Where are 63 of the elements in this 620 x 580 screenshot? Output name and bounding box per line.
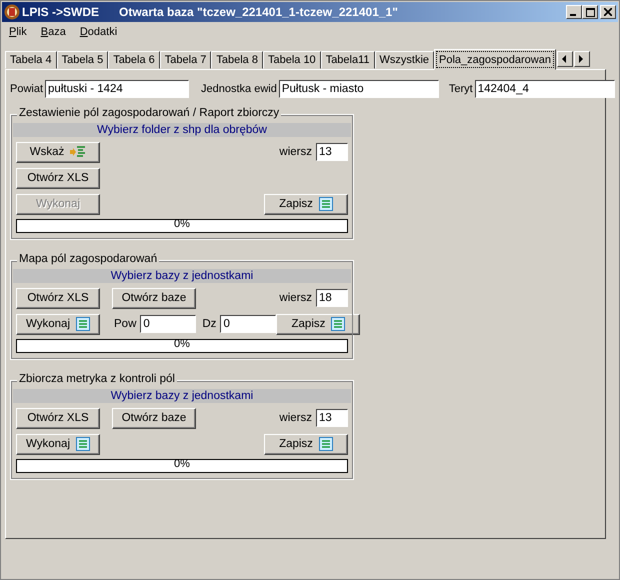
text-field[interactable]: 18 [316, 289, 348, 307]
tab[interactable]: Tabela 10 [262, 51, 321, 69]
maximize-icon [586, 8, 594, 16]
text-field[interactable]: 0 [140, 315, 196, 333]
close-icon [604, 8, 612, 16]
menu-item[interactable]: Baza [40, 26, 66, 40]
text-field[interactable]: pułtuski - 1424 [45, 80, 190, 98]
action-button[interactable]: Zapisz [264, 194, 348, 214]
action-button[interactable]: Otwórz XLS [16, 288, 100, 308]
close-button[interactable] [600, 5, 616, 19]
field-label: Jednostka ewid [201, 83, 277, 95]
right-arrow-icon [579, 55, 584, 63]
action-button[interactable]: Wykonaj [16, 434, 100, 454]
action-button[interactable]: Otwórz baze [112, 408, 196, 428]
text-field[interactable]: 142404_4 [474, 80, 615, 98]
maximize-button[interactable] [582, 5, 598, 19]
group-title: Mapa pól zagospodarowań [17, 253, 160, 265]
list-icon [76, 437, 90, 451]
field-label: Dz [202, 318, 216, 330]
tab[interactable]: Tabela 4 [5, 51, 57, 69]
hint-bar: Wybierz bazy z jednostkami [13, 389, 351, 403]
group-title: Zbiorcza metryka z kontroli pól [17, 373, 177, 385]
window-title: Otwarta baza "tczew_221401_1-tczew_221401_1" [119, 5, 399, 19]
left-arrow-icon [562, 55, 568, 63]
action-button[interactable]: Otwórz XLS [16, 408, 100, 428]
action-button[interactable]: Otwórz XLS [16, 168, 100, 188]
hint-bar: Wybierz bazy z jednostkami [13, 269, 351, 283]
list-icon [318, 437, 333, 451]
text-field[interactable]: 13 [316, 143, 348, 161]
field-label: wiersz [279, 146, 312, 158]
field-label: Powiat [10, 83, 44, 95]
arrow-list-icon [70, 146, 86, 158]
text-field[interactable]: Pułtusk - miasto [278, 80, 439, 98]
field-label: wiersz [279, 412, 312, 424]
scroll-right-button[interactable] [574, 51, 590, 67]
action-button[interactable]: Otwórz baze [112, 288, 196, 308]
text-field[interactable]: 13 [316, 409, 348, 427]
menu-item[interactable]: Plik [9, 26, 27, 40]
hint-bar: Wybierz folder z shp dla obrębów [13, 123, 351, 137]
field-label: Teryt [448, 83, 473, 95]
list-icon [331, 317, 346, 331]
minimize-button[interactable] [566, 5, 582, 19]
scroll-left-button[interactable] [556, 51, 573, 67]
action-button[interactable]: Zapisz [276, 314, 360, 334]
tab[interactable]: Tabela11 [320, 51, 375, 69]
list-icon [76, 317, 90, 331]
tab[interactable]: Wszystkie [374, 51, 434, 69]
app-icon [4, 4, 20, 20]
list-icon [318, 197, 333, 211]
tab[interactable]: Tabela 6 [108, 51, 160, 69]
tab[interactable]: Tabela 8 [211, 51, 263, 69]
field-label: wiersz [279, 292, 312, 304]
action-button[interactable]: Wskaż [16, 142, 100, 162]
menu-item[interactable]: Dodatki [80, 26, 118, 40]
action-button[interactable]: Wykonaj [16, 314, 100, 334]
group-title: Zestawienie pól zagospodarowań / Raport zbiorczy [17, 107, 282, 119]
tab[interactable]: Pola_zagospodarowan [434, 49, 556, 70]
field-label: Pow [114, 318, 136, 330]
text-field[interactable]: 0 [220, 315, 276, 333]
action-button[interactable]: Zapisz [264, 434, 348, 454]
app-name: LPIS ->SWDE [22, 5, 100, 19]
tab[interactable]: Tabela 5 [56, 51, 108, 69]
tab[interactable]: Tabela 7 [160, 51, 212, 69]
